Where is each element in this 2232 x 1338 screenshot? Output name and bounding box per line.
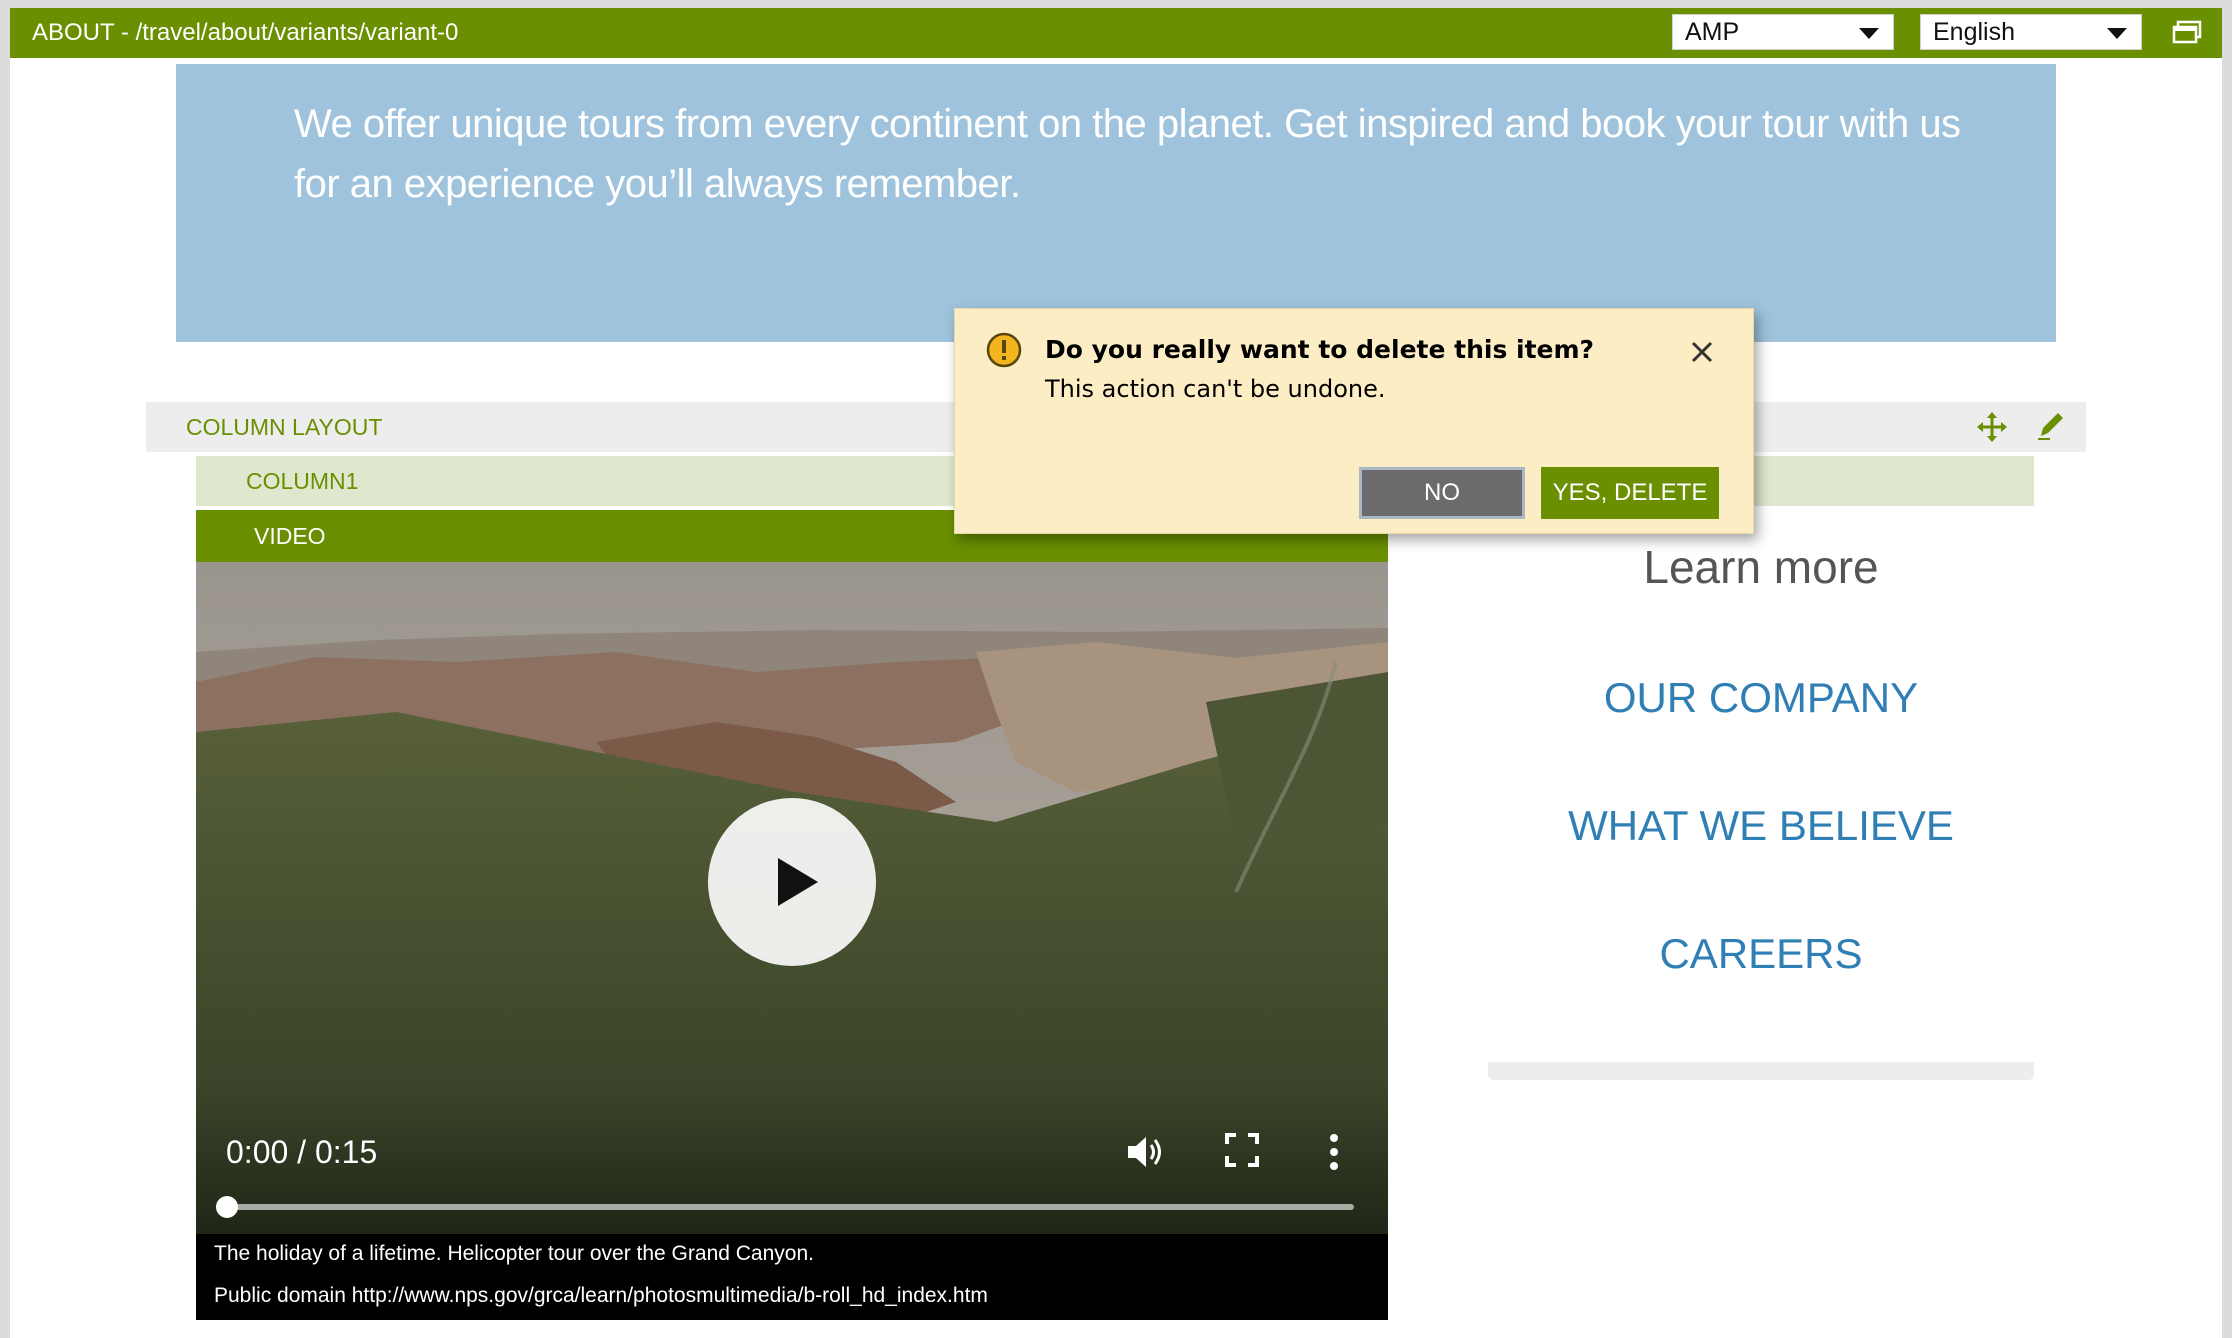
language-select[interactable]: English	[1920, 14, 2142, 50]
video-credit-line: Public domain http://www.nps.gov/grca/le…	[214, 1284, 988, 1307]
play-button[interactable]	[708, 798, 876, 966]
what-we-believe-link[interactable]: WHAT WE BELIEVE	[1488, 802, 2034, 850]
video-progress-track[interactable]	[226, 1204, 1354, 1210]
chevron-down-icon	[2107, 28, 2127, 39]
yes-delete-button[interactable]: YES, DELETE	[1541, 467, 1719, 519]
no-button[interactable]: NO	[1359, 467, 1525, 519]
video-time-display: 0:00 / 0:15	[226, 1134, 378, 1170]
hero-text: We offer unique tours from every contine…	[294, 102, 1961, 206]
video-player[interactable]: 0:00 / 0:15 The holiday of a lifetime. H…	[196, 562, 1388, 1320]
volume-icon[interactable]	[1124, 1130, 1168, 1174]
edit-icon[interactable]	[2036, 410, 2068, 442]
new-window-icon[interactable]	[2172, 20, 2202, 44]
play-icon	[778, 858, 818, 906]
dialog-message: This action can't be undone.	[1045, 375, 1386, 403]
video-caption-line: The holiday of a lifetime. Helicopter to…	[214, 1242, 814, 1265]
careers-link[interactable]: CAREERS	[1488, 930, 2034, 978]
window-frame-left	[0, 0, 10, 1338]
renderer-select-value: AMP	[1685, 18, 1740, 46]
move-icon[interactable]	[1976, 411, 2008, 443]
video-component-label: VIDEO	[254, 523, 326, 549]
window-frame-right	[2222, 0, 2232, 1338]
video-progress-thumb[interactable]	[216, 1196, 238, 1218]
language-select-value: English	[1933, 18, 2015, 46]
more-options-icon[interactable]	[1326, 1130, 1342, 1174]
our-company-link[interactable]: OUR COMPANY	[1488, 674, 2034, 722]
window-frame-top	[0, 0, 2232, 8]
fullscreen-icon[interactable]	[1224, 1132, 1260, 1168]
warning-icon	[985, 331, 1023, 369]
page-path-title: ABOUT - /travel/about/variants/variant-0	[32, 19, 459, 46]
column-layout-label: COLUMN LAYOUT	[186, 414, 383, 440]
close-icon[interactable]	[1689, 339, 1715, 365]
learn-more-heading: Learn more	[1643, 541, 1879, 593]
chevron-down-icon	[1859, 28, 1879, 39]
delete-confirm-dialog: Do you really want to delete this item? …	[954, 308, 1754, 534]
dialog-title: Do you really want to delete this item?	[1045, 335, 1595, 364]
column2-footer-bar	[1488, 1062, 2034, 1080]
renderer-select[interactable]: AMP	[1672, 14, 1894, 50]
column1-label: COLUMN1	[246, 468, 359, 494]
